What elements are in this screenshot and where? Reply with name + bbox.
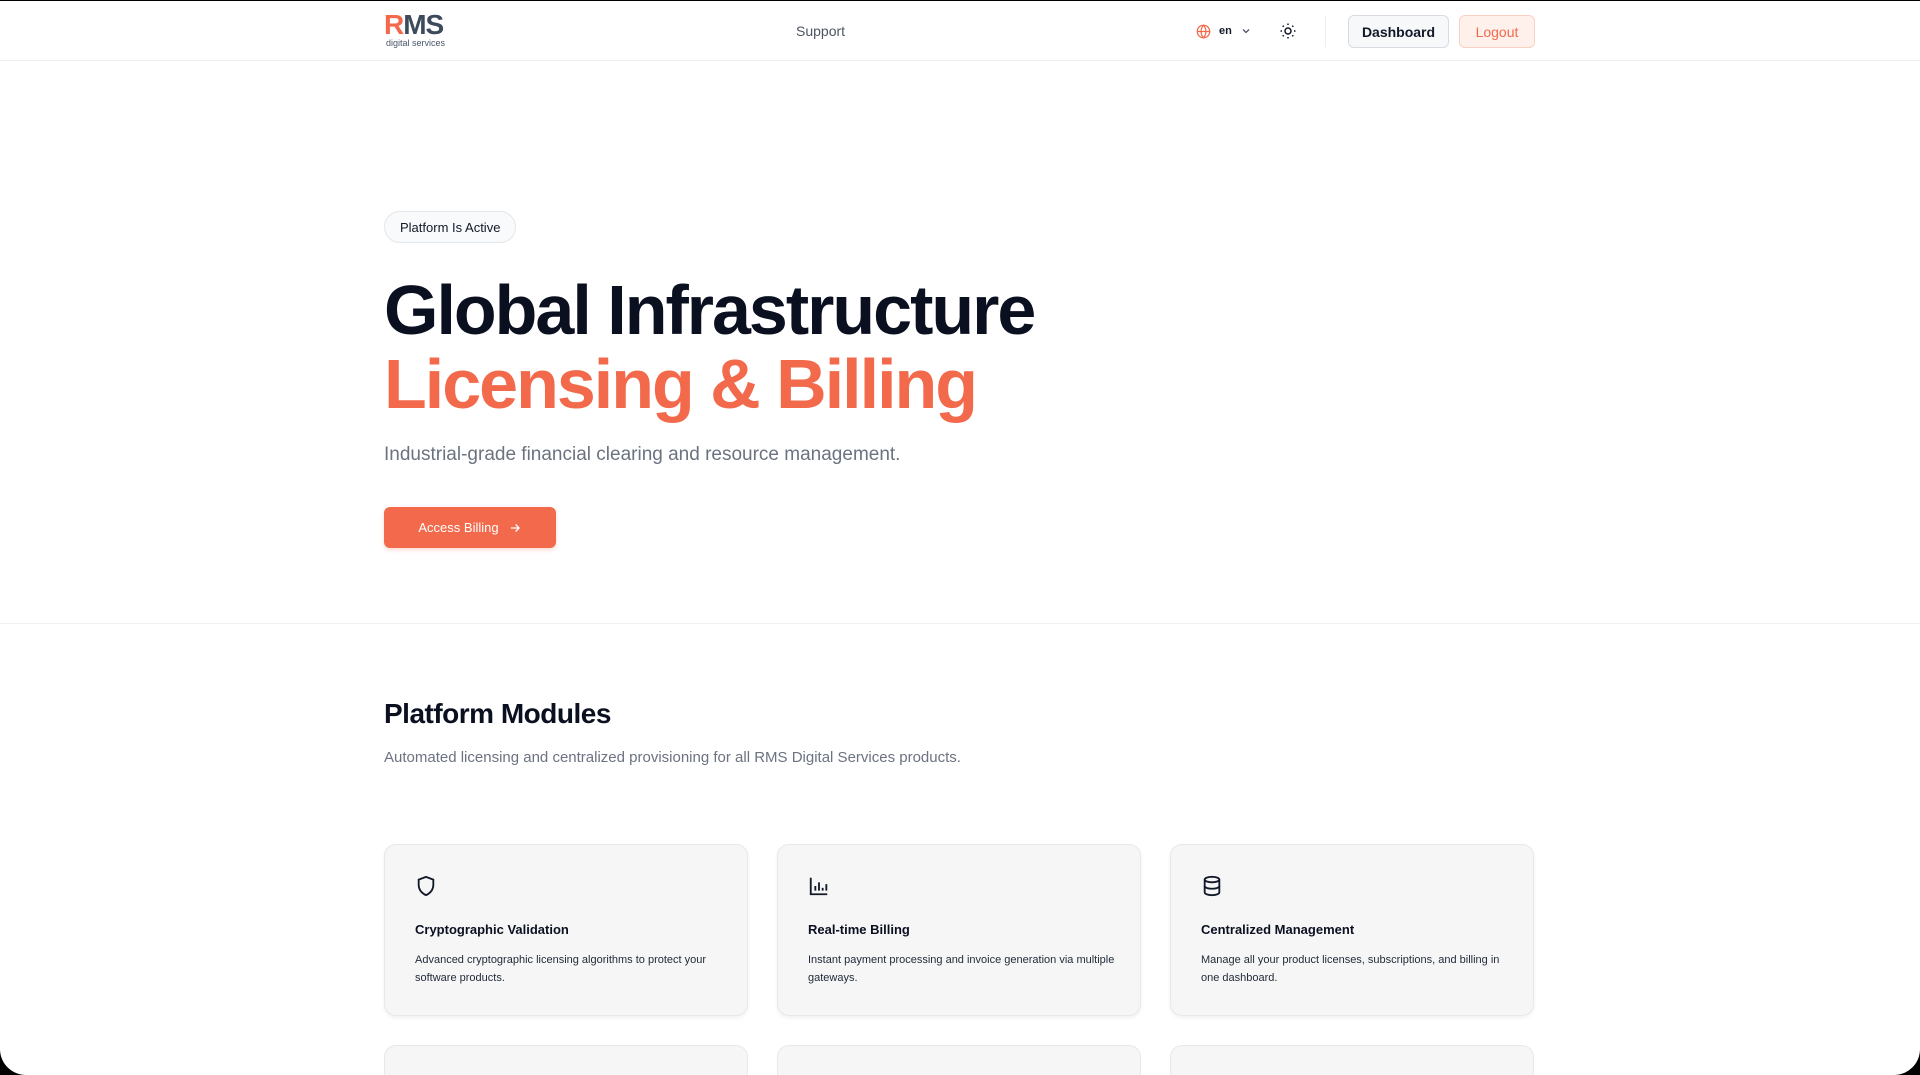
rms-logo[interactable]: RMS digital services (384, 9, 456, 50)
module-card-partial[interactable] (384, 1045, 748, 1075)
arrow-right-icon (510, 523, 520, 532)
access-billing-button[interactable]: Access Billing (384, 507, 556, 548)
header-divider (1325, 16, 1326, 47)
sun-icon (1280, 23, 1296, 39)
chevron-down-icon (1242, 29, 1250, 34)
bar-chart-icon (809, 877, 828, 896)
language-selector[interactable]: en (1196, 22, 1252, 40)
module-card-title: Cryptographic Validation (415, 922, 569, 937)
modules-subtitle: Automated licensing and centralized prov… (384, 749, 961, 766)
module-card-cryptographic[interactable]: Cryptographic Validation Advanced crypto… (384, 844, 748, 1016)
app-window: RMS digital services Support en Dashboar… (0, 1, 1920, 1075)
shield-icon (417, 875, 435, 897)
globe-icon (1196, 23, 1211, 39)
hero-subtitle: Industrial-grade financial clearing and … (384, 444, 901, 465)
database-icon (1203, 875, 1221, 897)
logo-tagline: digital services (386, 38, 446, 48)
hero-title-line1: Global Infrastructure (384, 271, 1036, 349)
status-badge: Platform Is Active (384, 211, 517, 243)
section-divider (0, 623, 1920, 624)
module-card-title: Centralized Management (1201, 922, 1355, 937)
module-card-partial[interactable] (777, 1045, 1141, 1075)
module-card-description: Instant payment processing and invoice g… (808, 954, 1115, 984)
top-navbar: RMS digital services Support en Dashboar… (0, 1, 1920, 61)
hero-title-line2: Licensing & Billing (384, 345, 978, 423)
dashboard-button[interactable]: Dashboard (1348, 15, 1449, 48)
logout-button[interactable]: Logout (1459, 15, 1535, 48)
nav-link-support[interactable]: Support (796, 23, 845, 39)
module-card-description: Advanced cryptographic licensing algorit… (415, 954, 707, 984)
language-code: en (1219, 25, 1232, 37)
module-card-management[interactable]: Centralized Management Manage all your p… (1170, 844, 1534, 1016)
module-card-title: Real-time Billing (808, 922, 910, 937)
modules-title: Platform Modules (384, 698, 611, 729)
module-card-description: Manage all your product licenses, subscr… (1201, 954, 1500, 984)
theme-toggle-button[interactable] (1279, 22, 1297, 40)
module-card-partial[interactable] (1170, 1045, 1534, 1075)
module-card-billing[interactable]: Real-time Billing Instant payment proces… (777, 844, 1141, 1016)
access-billing-label: Access Billing (418, 520, 499, 535)
logo-wordmark: RMS (384, 9, 444, 40)
